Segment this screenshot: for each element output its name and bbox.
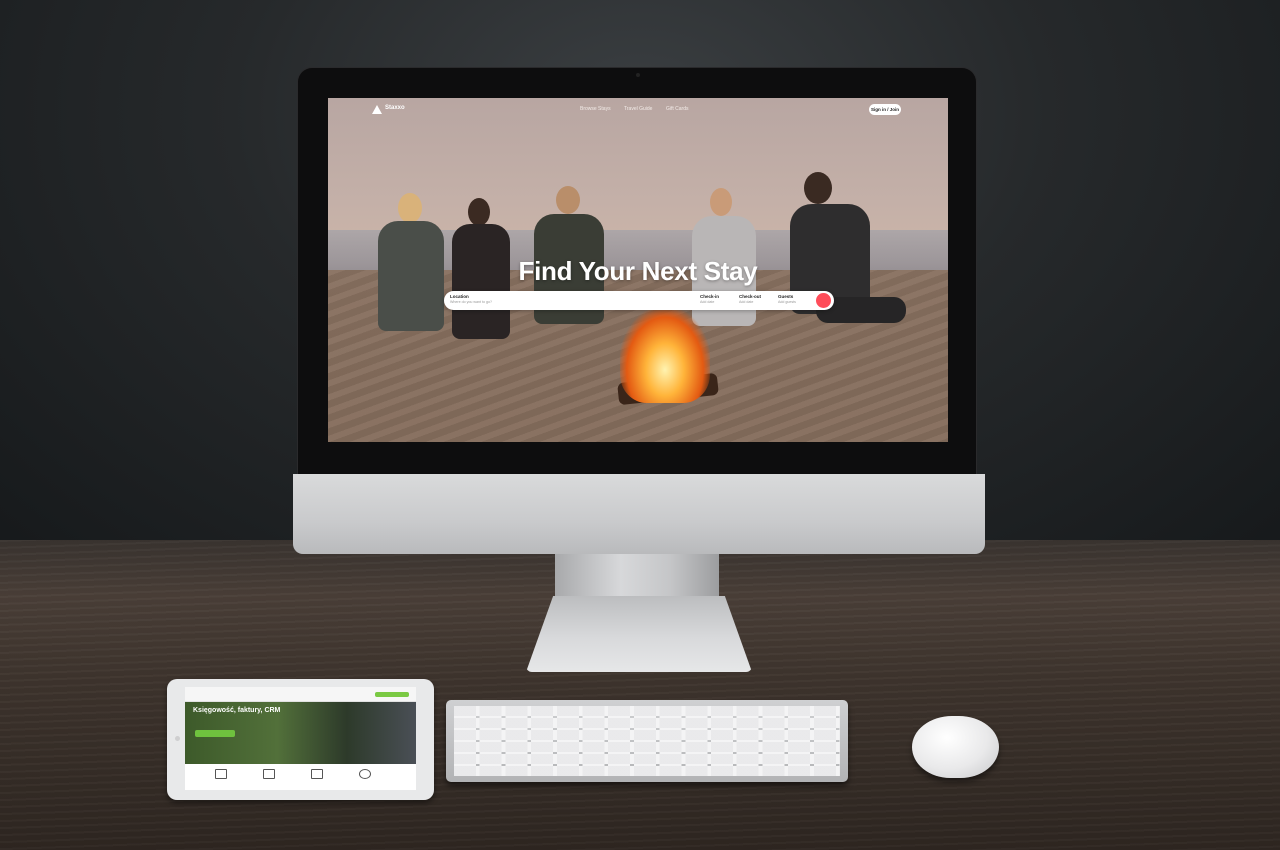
tablet: Księgowość, faktury, CRM xyxy=(167,679,434,800)
guests-hint: Add guests xyxy=(778,300,796,304)
home-button-icon xyxy=(175,736,180,741)
nav-link-browse[interactable]: Browse Stays xyxy=(580,106,611,112)
search-bar[interactable]: Location Where do you want to go? Check-… xyxy=(444,291,834,310)
hero-title: Find Your Next Stay xyxy=(518,256,758,286)
guests-label: Guests xyxy=(778,294,794,299)
checkin-hint: Add date xyxy=(700,300,715,304)
settings-icon xyxy=(359,769,371,779)
keyboard-keys xyxy=(454,706,840,776)
guests-field[interactable]: Guests Add guests xyxy=(778,294,796,304)
mouse xyxy=(912,716,999,778)
monitor-stand-foot xyxy=(526,596,752,672)
monitor-icon xyxy=(215,769,227,779)
site-logo-text[interactable]: Staxxo xyxy=(385,105,405,111)
tablet-headline: Księgowość, faktury, CRM xyxy=(193,707,281,714)
location-field[interactable]: Location Where do you want to go? xyxy=(450,294,492,304)
checkout-hint: Add date xyxy=(739,300,754,304)
edit-icon xyxy=(311,769,323,779)
keyboard xyxy=(446,700,848,782)
sign-in-button[interactable]: Sign in / Join xyxy=(869,104,901,115)
nav-link-gift[interactable]: Gift Cards xyxy=(666,106,689,112)
camera-icon xyxy=(636,73,640,77)
monitor-chin xyxy=(293,474,985,554)
tablet-screen: Księgowość, faktury, CRM xyxy=(185,687,416,790)
monitor-screen: Staxxo Browse Stays Travel Guide Gift Ca… xyxy=(328,98,948,442)
nav-link-guide[interactable]: Travel Guide xyxy=(624,106,652,112)
location-label: Location xyxy=(450,294,469,299)
checkin-field[interactable]: Check-in Add date xyxy=(700,294,719,304)
tablet-cta-button[interactable] xyxy=(375,692,409,697)
checkout-label: Check-out xyxy=(739,294,762,299)
campfire xyxy=(620,308,710,403)
site-navbar: Staxxo Browse Stays Travel Guide Gift Ca… xyxy=(328,98,948,120)
checkin-label: Check-in xyxy=(700,294,720,299)
tablet-hero-button[interactable] xyxy=(195,730,235,737)
checkout-field[interactable]: Check-out Add date xyxy=(739,294,761,304)
location-hint: Where do you want to go? xyxy=(450,300,492,304)
logo-icon xyxy=(372,105,382,114)
document-icon xyxy=(263,769,275,779)
search-button[interactable] xyxy=(816,293,831,308)
